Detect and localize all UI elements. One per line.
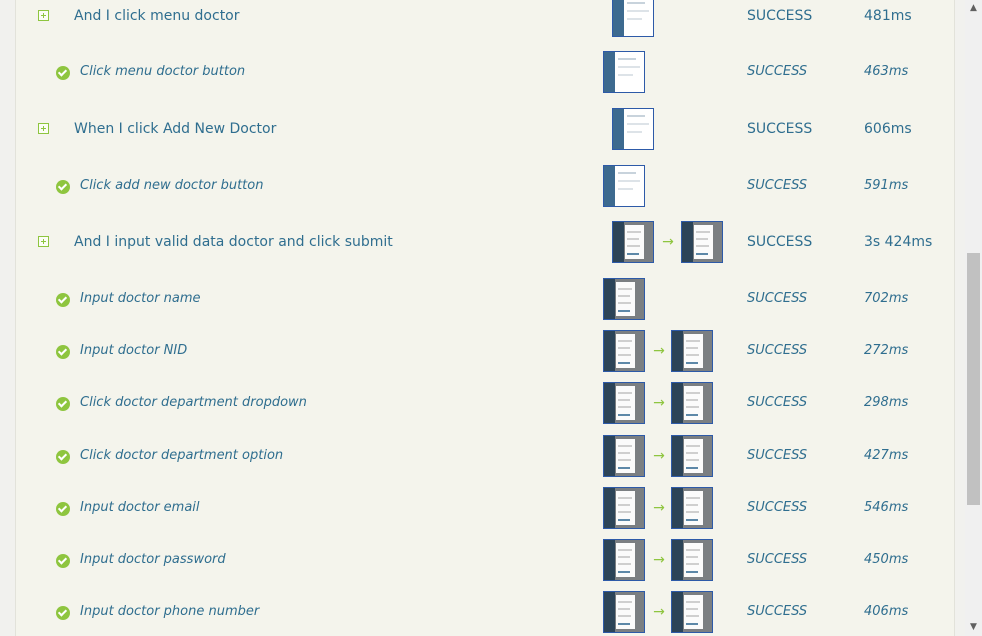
check-circle-icon (56, 180, 70, 194)
duration-value: 427ms (864, 448, 909, 463)
status-badge: SUCCESS (747, 291, 808, 306)
status-badge: SUCCESS (747, 395, 808, 410)
screenshot-thumbnail-after[interactable] (671, 487, 713, 529)
screenshot-thumbnail[interactable] (603, 165, 645, 207)
arrow-right-icon: → (653, 448, 665, 464)
plus-square-icon[interactable] (38, 123, 49, 134)
arrow-right-icon: → (653, 604, 665, 620)
plus-square-icon[interactable] (38, 10, 49, 21)
arrow-right-icon: → (653, 395, 665, 411)
step-label: When I click Add New Doctor (74, 121, 277, 137)
screenshot-thumbnail[interactable] (612, 108, 654, 150)
step-label: Click add new doctor button (80, 178, 264, 193)
duration-value: 606ms (864, 121, 912, 137)
scroll-up-icon[interactable]: ▲ (965, 0, 982, 17)
arrow-right-icon: → (653, 500, 665, 516)
duration-value: 272ms (864, 343, 909, 358)
step-label: Input doctor NID (80, 343, 188, 358)
duration-value: 3s 424ms (864, 234, 933, 250)
arrow-right-icon: → (653, 552, 665, 568)
check-circle-icon (56, 345, 70, 359)
status-badge: SUCCESS (747, 552, 808, 567)
screenshot-thumbnail-after[interactable] (681, 221, 723, 263)
status-badge: SUCCESS (747, 234, 813, 250)
duration-value: 481ms (864, 8, 912, 24)
status-badge: SUCCESS (747, 604, 808, 619)
screenshot-thumbnail[interactable] (603, 591, 645, 633)
screenshot-thumbnail[interactable] (612, 221, 654, 263)
check-circle-icon (56, 293, 70, 307)
scrollbar-thumb[interactable] (967, 253, 980, 505)
report-panel: And I click menu doctor SUCCESS 481ms Click… (15, 0, 955, 636)
screenshot-thumbnail-after[interactable] (671, 382, 713, 424)
check-circle-icon (56, 397, 70, 411)
step-label: Input doctor email (80, 500, 200, 515)
vertical-scrollbar[interactable]: ▲ ▼ (965, 0, 982, 636)
status-badge: SUCCESS (747, 64, 808, 79)
step-label: Click menu doctor button (80, 64, 246, 79)
status-badge: SUCCESS (747, 121, 813, 137)
step-label: And I input valid data doctor and click … (74, 234, 393, 250)
screenshot-thumbnail-after[interactable] (671, 591, 713, 633)
status-badge: SUCCESS (747, 8, 813, 24)
duration-value: 450ms (864, 552, 909, 567)
screenshot-thumbnail[interactable] (603, 278, 645, 320)
status-badge: SUCCESS (747, 178, 808, 193)
step-label: Input doctor password (80, 552, 226, 567)
duration-value: 702ms (864, 291, 909, 306)
plus-square-icon[interactable] (38, 236, 49, 247)
check-circle-icon (56, 66, 70, 80)
duration-value: 406ms (864, 604, 909, 619)
check-circle-icon (56, 450, 70, 464)
step-label: Input doctor name (80, 291, 201, 306)
screenshot-thumbnail[interactable] (603, 382, 645, 424)
screenshot-thumbnail[interactable] (612, 0, 654, 37)
screenshot-thumbnail[interactable] (603, 487, 645, 529)
screenshot-thumbnail[interactable] (603, 539, 645, 581)
check-circle-icon (56, 606, 70, 620)
screenshot-thumbnail-after[interactable] (671, 330, 713, 372)
status-badge: SUCCESS (747, 500, 808, 515)
screenshot-thumbnail[interactable] (603, 330, 645, 372)
screenshot-thumbnail[interactable] (603, 435, 645, 477)
status-badge: SUCCESS (747, 448, 808, 463)
duration-value: 298ms (864, 395, 909, 410)
status-badge: SUCCESS (747, 343, 808, 358)
check-circle-icon (56, 554, 70, 568)
check-circle-icon (56, 502, 70, 516)
step-label: And I click menu doctor (74, 8, 240, 24)
arrow-right-icon: → (653, 343, 665, 359)
step-label: Click doctor department option (80, 448, 284, 463)
duration-value: 591ms (864, 178, 909, 193)
screenshot-thumbnail-after[interactable] (671, 435, 713, 477)
screenshot-thumbnail-after[interactable] (671, 539, 713, 581)
step-label: Click doctor department dropdown (80, 395, 307, 410)
step-label: Input doctor phone number (80, 604, 260, 619)
screenshot-thumbnail[interactable] (603, 51, 645, 93)
duration-value: 463ms (864, 64, 909, 79)
scroll-down-icon[interactable]: ▼ (965, 619, 982, 636)
arrow-right-icon: → (662, 234, 674, 250)
duration-value: 546ms (864, 500, 909, 515)
